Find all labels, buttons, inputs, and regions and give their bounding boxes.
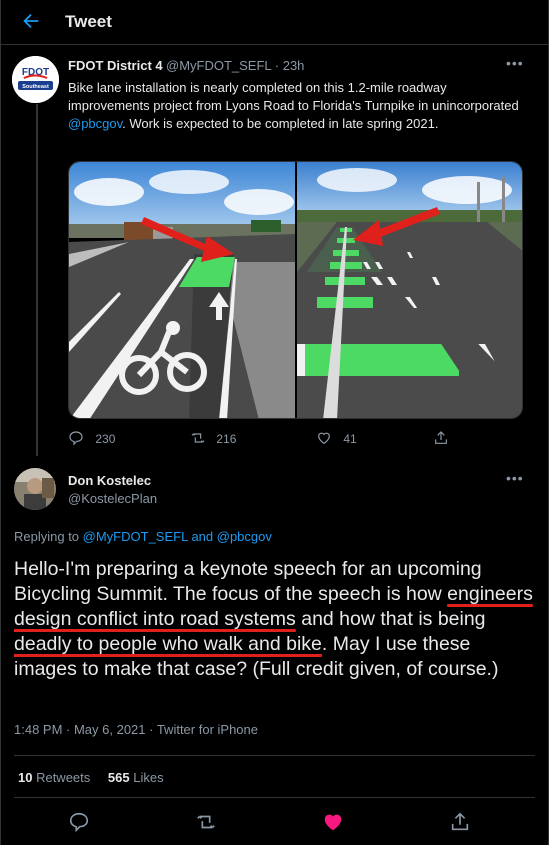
share-action[interactable] [433, 430, 449, 448]
thread-connector [36, 104, 38, 456]
replying-prefix: Replying to [14, 529, 83, 544]
mention-link[interactable]: @pbcgov [68, 116, 122, 131]
avatar[interactable] [14, 468, 56, 510]
like-count: 41 [343, 432, 357, 446]
tweet-text-part: . Work is expected to be completed in la… [122, 116, 439, 131]
bike-lane-photo-2[interactable] [297, 162, 523, 419]
like-action[interactable]: 41 [316, 430, 357, 448]
retweet-icon [191, 433, 205, 443]
author-name[interactable]: Don Kostelec [68, 473, 151, 488]
retweet-action[interactable]: 216 [189, 430, 236, 448]
reply-icon [69, 431, 83, 446]
engagement-stats: 10 Retweets 565 Likes [18, 770, 164, 785]
tweet-media [68, 161, 523, 419]
mention-link[interactable]: @pbcgov [217, 529, 272, 544]
header: Tweet [0, 0, 549, 45]
like-total: 565 [107, 770, 130, 785]
replying-to: Replying to @MyFDOT_SEFL and @pbcgov [14, 529, 272, 544]
author-handle[interactable]: @KostelecPlan [68, 491, 157, 506]
more-options-icon[interactable]: ••• [506, 55, 524, 71]
likes-stat[interactable]: 565 Likes [108, 770, 164, 785]
retweets-stat[interactable]: 10 Retweets [18, 770, 90, 785]
share-icon[interactable] [449, 811, 471, 833]
retweet-total: 10 [18, 770, 33, 785]
heart-outline-icon [318, 432, 330, 445]
author-name[interactable]: FDOT District 4 [68, 58, 163, 73]
share-icon [435, 431, 447, 444]
underlined-phrase: deadly to people who walk and bike [14, 633, 322, 655]
retweet-label: Retweets [32, 770, 91, 785]
tweet-text-part: Bike lane installation is nearly complet… [68, 80, 519, 113]
divider [14, 797, 535, 798]
reply-icon[interactable] [68, 811, 90, 833]
reply-action[interactable]: 230 [68, 430, 115, 448]
logo-subtext: Southeast [22, 84, 49, 90]
tweet-text: Bike lane installation is nearly complet… [68, 79, 523, 133]
fdot-avatar[interactable]: FDOT Southeast [12, 56, 59, 103]
like-label: Likes [129, 770, 164, 785]
author-handle-time[interactable]: @MyFDOT_SEFL · 23h [166, 58, 304, 73]
tweet-body: Hello-I'm preparing a keynote speech for… [14, 557, 534, 682]
retweet-count: 216 [216, 432, 237, 446]
replying-and: and [187, 529, 217, 544]
tweet-timestamp[interactable]: 1:48 PM · May 6, 2021 · Twitter for iPho… [14, 722, 258, 737]
divider [14, 755, 535, 756]
tweet-body-part: Hello-I'm preparing a keynote speech for… [14, 558, 482, 605]
retweet-icon[interactable] [195, 811, 217, 833]
more-options-icon[interactable]: ••• [506, 470, 524, 486]
tweet-body-part: and how that is being [295, 608, 486, 630]
back-arrow-icon[interactable] [20, 10, 42, 32]
reply-count: 230 [95, 432, 116, 446]
page-title: Tweet [65, 12, 112, 31]
mention-link[interactable]: @MyFDOT_SEFL [83, 529, 188, 544]
bike-lane-photo-1[interactable] [69, 162, 295, 419]
heart-filled-icon[interactable] [322, 811, 344, 833]
